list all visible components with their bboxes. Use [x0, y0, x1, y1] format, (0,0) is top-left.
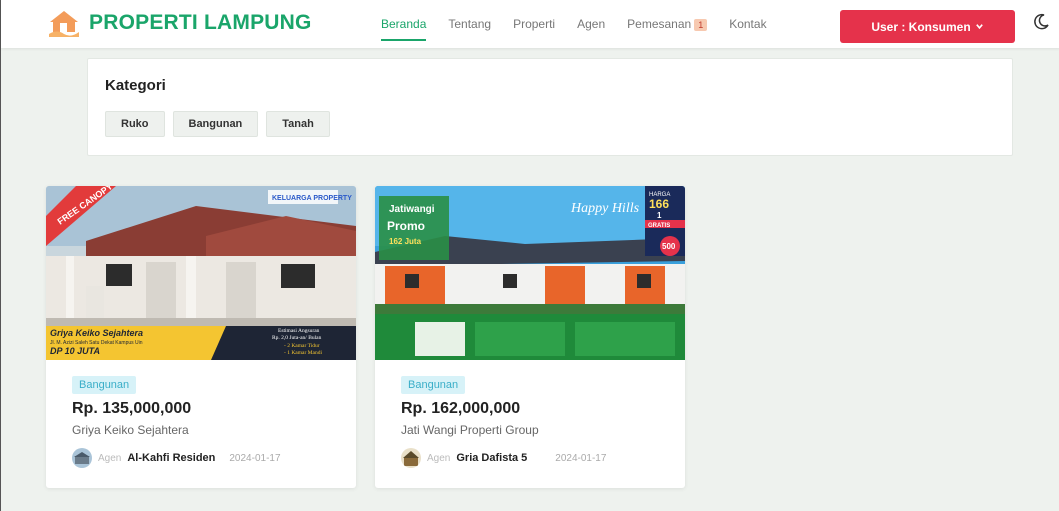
banner-specs-3: - 2 Kamar Tidur — [284, 343, 320, 349]
nav-kontak[interactable]: Kontak — [729, 17, 766, 31]
chip-tanah[interactable]: Tanah — [266, 111, 330, 137]
nav-pemesanan-label: Pemesanan — [627, 17, 692, 31]
dp-badge: 500 — [662, 242, 676, 251]
agent-prefix: Agen — [427, 452, 451, 464]
kategori-panel: Kategori Ruko Bangunan Tanah — [87, 58, 1013, 156]
kategori-chips: Ruko Bangunan Tanah — [105, 111, 330, 137]
promo-label: Promo — [387, 219, 425, 233]
nav-tentang[interactable]: Tentang — [448, 17, 491, 31]
banner-specs-2: Rp. 2,0 Juta-an/ Bulan — [272, 335, 322, 341]
kategori-title: Kategori — [105, 77, 166, 94]
property-image[interactable]: Jatiwangi Promo 162 Juta Happy Hills HAR… — [375, 186, 685, 360]
property-name[interactable]: Jati Wangi Properti Group — [401, 423, 539, 437]
promo-top: Jatiwangi — [389, 204, 435, 215]
chip-bangunan[interactable]: Bangunan — [172, 111, 259, 137]
agent-name[interactable]: Gria Dafista 5 — [456, 452, 527, 464]
script-text: Happy Hills — [570, 201, 640, 216]
banner-specs-1: Estimasi Angsuran — [278, 328, 320, 334]
user-menu-label: User : Konsumen — [871, 19, 971, 34]
property-image[interactable]: FREE CANOPY KELUARGA PROPERTY Griya Keik… — [46, 186, 356, 360]
user-menu-button[interactable]: User : Konsumen — [840, 10, 1015, 43]
gratis-label: GRATIS — [648, 223, 670, 229]
navbar: PROPERTI LAMPUNG Beranda Tentang Propert… — [1, 0, 1059, 48]
property-card[interactable]: Jatiwangi Promo 162 Juta Happy Hills HAR… — [375, 186, 685, 488]
banner-title: Griya Keiko Sejahtera — [50, 328, 143, 338]
banner-specs-4: - 1 Kamar Mandi — [284, 350, 323, 356]
property-card[interactable]: FREE CANOPY KELUARGA PROPERTY Griya Keik… — [46, 186, 356, 488]
chevron-down-icon — [975, 24, 983, 30]
nav-agen[interactable]: Agen — [577, 17, 605, 31]
agent-avatar — [401, 448, 421, 468]
banner-dp: DP 10 JUTA — [50, 346, 100, 356]
nav-pemesanan[interactable]: Pemesanan 1 — [627, 17, 708, 31]
category-tag: Bangunan — [401, 376, 466, 394]
promo-price: 162 Juta — [389, 237, 422, 246]
agent-row: Agen Gria Dafista 5 2024-01-17 — [401, 448, 606, 468]
post-date: 2024-01-17 — [229, 452, 281, 464]
property-price: Rp. 162,000,000 — [401, 400, 521, 417]
nav-beranda[interactable]: Beranda — [381, 17, 427, 41]
agent-name[interactable]: Al-Kahfi Residen — [127, 452, 215, 464]
pemesanan-badge: 1 — [694, 19, 708, 31]
brand[interactable]: PROPERTI LAMPUNG — [47, 8, 312, 38]
nav-links: Beranda Tentang Properti Agen Pemesanan 1… — [381, 17, 789, 41]
category-tag: Bangunan — [72, 376, 137, 394]
moon-icon[interactable] — [1031, 12, 1051, 32]
chip-ruko[interactable]: Ruko — [105, 111, 165, 137]
property-price: Rp. 135,000,000 — [72, 400, 192, 417]
post-date: 2024-01-17 — [555, 452, 607, 464]
image-logo-text: KELUARGA PROPERTY — [272, 195, 352, 202]
harga-value: 166 — [649, 197, 669, 211]
house-logo-icon — [47, 8, 81, 38]
brand-name: PROPERTI LAMPUNG — [89, 11, 312, 34]
nav-properti[interactable]: Properti — [513, 17, 555, 31]
agent-row: Agen Al-Kahfi Residen 2024-01-17 — [72, 448, 281, 468]
property-name[interactable]: Griya Keiko Sejahtera — [72, 423, 189, 437]
agent-avatar — [72, 448, 92, 468]
agent-prefix: Agen — [98, 452, 122, 464]
harga-num: 1 — [657, 211, 662, 220]
